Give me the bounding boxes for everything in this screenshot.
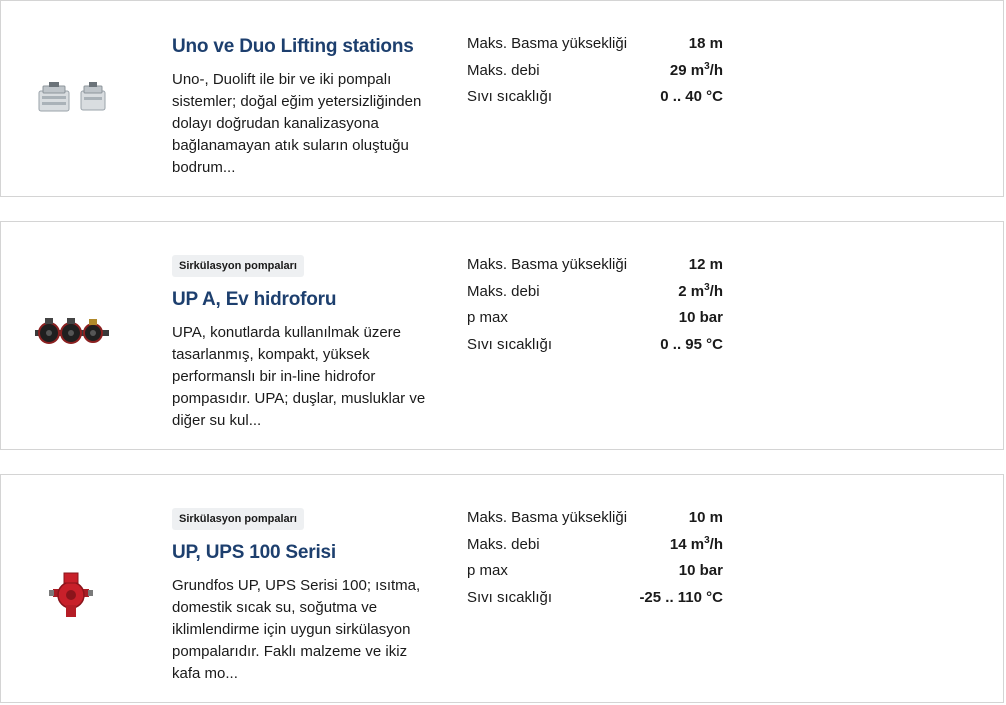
category-badge: Sirkülasyon pompaları <box>172 508 304 530</box>
product-card[interactable]: Uno ve Duo Lifting stations Uno-, Duolif… <box>0 0 1004 197</box>
product-specs: Maks. Basma yüksekliği 10 m Maks. debi 1… <box>467 507 723 614</box>
spec-row: Maks. Basma yüksekliği 12 m <box>467 254 723 281</box>
product-title[interactable]: Uno ve Duo Lifting stations <box>172 35 434 59</box>
product-specs: Maks. Basma yüksekliği 12 m Maks. debi 2… <box>467 254 723 361</box>
spec-row: p max 10 bar <box>467 560 723 587</box>
product-title[interactable]: UP A, Ev hidroforu <box>172 288 434 312</box>
product-description: Grundfos UP, UPS Serisi 100; ısıtma, dom… <box>172 577 421 682</box>
spec-row: Sıvı sıcaklığı -25 .. 110 °C <box>467 587 723 614</box>
product-card[interactable]: Sirkülasyon pompaları UP, UPS 100 Serisi… <box>0 474 1004 703</box>
spec-value: 12 m <box>688 256 723 273</box>
spec-label: Maks. debi <box>467 282 540 300</box>
spec-label: Maks. Basma yüksekliği <box>467 256 628 273</box>
spec-label: p max <box>467 309 508 327</box>
circulator-pump-black-icon[interactable] <box>31 304 111 364</box>
circulator-pump-red-icon[interactable] <box>31 565 111 625</box>
spec-row: Maks. debi 2 m3/h <box>467 281 723 308</box>
spec-value: 18 m <box>688 35 723 52</box>
spec-row: Maks. Basma yüksekliği 10 m <box>467 507 723 534</box>
spec-label: Sıvı sıcaklığı <box>467 336 553 354</box>
product-description: UPA, konutlarda kullanılmak üzere tasarl… <box>172 324 426 429</box>
spec-value: 0 .. 40 °C <box>660 88 723 106</box>
spec-row: p max 10 bar <box>467 307 723 334</box>
spec-value: 10 m <box>688 509 723 526</box>
spec-row: Maks. Basma yüksekliği 18 m <box>467 33 723 60</box>
spec-label: Sıvı sıcaklığı <box>467 88 553 106</box>
product-specs: Maks. Basma yüksekliği 18 m Maks. debi 2… <box>467 33 723 113</box>
spec-value: 14 m3/h <box>669 534 723 553</box>
spec-label: Maks. Basma yüksekliği <box>467 509 628 526</box>
spec-value: 0 .. 95 °C <box>660 336 723 354</box>
spec-value: -25 .. 110 °C <box>639 589 723 607</box>
product-title[interactable]: UP, UPS 100 Serisi <box>172 541 434 565</box>
spec-row: Maks. debi 14 m3/h <box>467 534 723 561</box>
product-card[interactable]: Sirkülasyon pompaları UP A, Ev hidroforu… <box>0 221 1004 450</box>
product-description: Uno-, Duolift ile bir ve iki pompalı sis… <box>172 71 422 176</box>
category-badge: Sirkülasyon pompaları <box>172 255 304 277</box>
spec-value: 2 m3/h <box>678 281 723 300</box>
spec-label: Maks. debi <box>467 535 540 553</box>
spec-label: p max <box>467 562 508 580</box>
spec-value: 29 m3/h <box>669 60 723 79</box>
lifting-station-icon[interactable] <box>31 69 111 129</box>
spec-row: Sıvı sıcaklığı 0 .. 40 °C <box>467 86 723 113</box>
spec-row: Sıvı sıcaklığı 0 .. 95 °C <box>467 334 723 361</box>
spec-label: Sıvı sıcaklığı <box>467 589 553 607</box>
spec-value: 10 bar <box>678 309 723 327</box>
spec-label: Maks. debi <box>467 61 540 79</box>
spec-row: Maks. debi 29 m3/h <box>467 60 723 87</box>
spec-label: Maks. Basma yüksekliği <box>467 35 628 52</box>
spec-value: 10 bar <box>678 562 723 580</box>
